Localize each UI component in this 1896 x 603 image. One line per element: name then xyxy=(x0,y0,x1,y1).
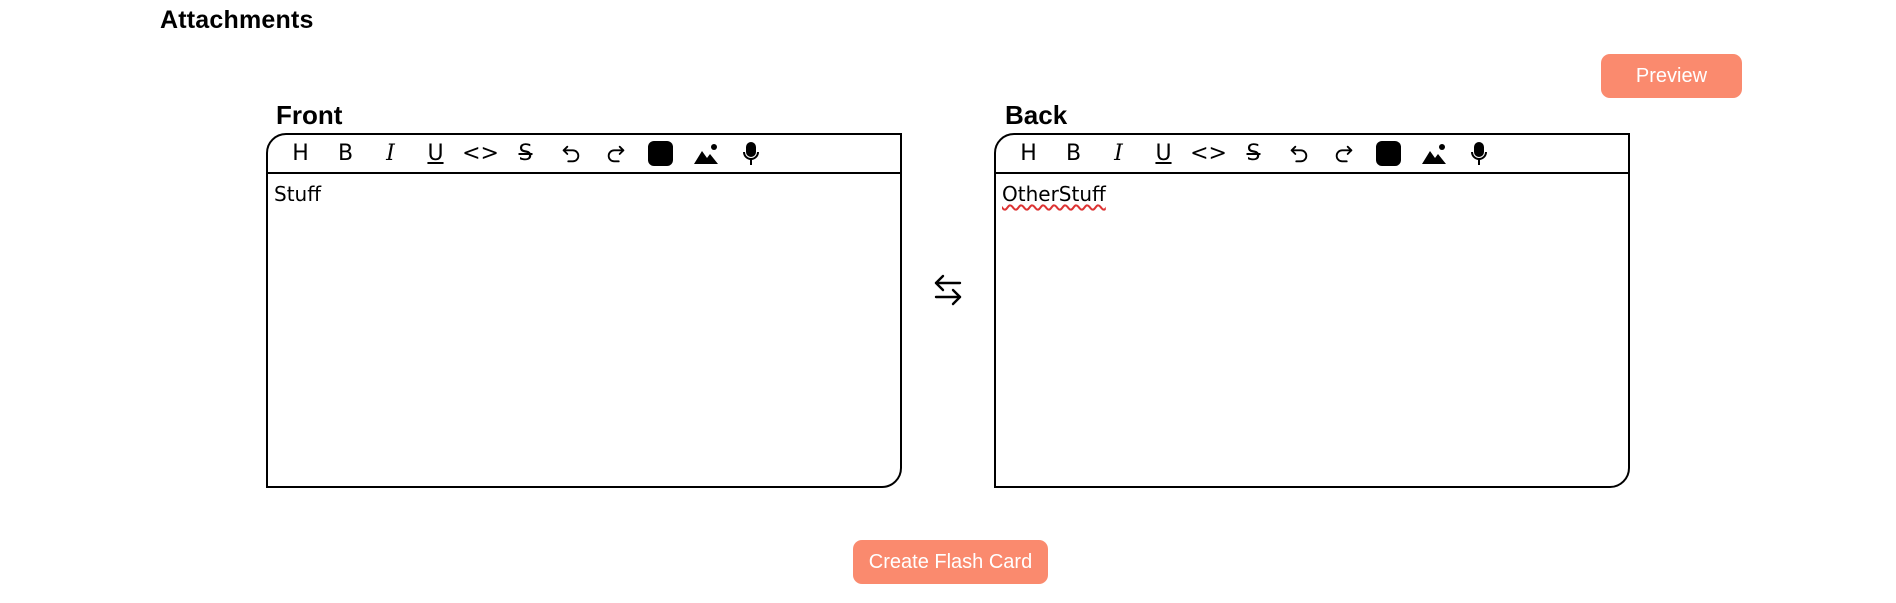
underline-icon[interactable]: U xyxy=(1141,135,1186,172)
attachments-heading: Attachments xyxy=(160,6,314,34)
bold-icon[interactable]: B xyxy=(1051,135,1096,172)
back-content[interactable]: OtherStuff xyxy=(996,174,1628,214)
heading-icon[interactable]: H xyxy=(278,135,323,172)
front-editor: H B I U <> S Stuff xyxy=(266,133,902,488)
strikethrough-icon[interactable]: S xyxy=(503,135,548,172)
preview-button[interactable]: Preview xyxy=(1601,54,1742,98)
back-toolbar: H B I U <> S xyxy=(996,135,1628,174)
create-flash-card-button[interactable]: Create Flash Card xyxy=(853,540,1048,584)
undo-icon[interactable] xyxy=(548,135,593,172)
italic-icon[interactable]: I xyxy=(1096,135,1141,172)
back-label: Back xyxy=(1005,100,1068,130)
swap-icon[interactable] xyxy=(932,272,964,308)
image-icon[interactable] xyxy=(1411,135,1456,172)
front-label: Front xyxy=(276,100,343,130)
bold-icon[interactable]: B xyxy=(323,135,368,172)
redo-icon[interactable] xyxy=(593,135,638,172)
color-icon[interactable] xyxy=(1366,135,1411,172)
back-content-text: OtherStuff xyxy=(1002,182,1106,206)
microphone-icon[interactable] xyxy=(1456,135,1501,172)
code-icon[interactable]: <> xyxy=(1186,135,1231,172)
italic-icon[interactable]: I xyxy=(368,135,413,172)
back-editor: H B I U <> S OtherStuff xyxy=(994,133,1630,488)
microphone-icon[interactable] xyxy=(728,135,773,172)
heading-icon[interactable]: H xyxy=(1006,135,1051,172)
front-content[interactable]: Stuff xyxy=(268,174,900,214)
strikethrough-icon[interactable]: S xyxy=(1231,135,1276,172)
color-icon[interactable] xyxy=(638,135,683,172)
undo-icon[interactable] xyxy=(1276,135,1321,172)
redo-icon[interactable] xyxy=(1321,135,1366,172)
front-toolbar: H B I U <> S xyxy=(268,135,900,174)
image-icon[interactable] xyxy=(683,135,728,172)
code-icon[interactable]: <> xyxy=(458,135,503,172)
underline-icon[interactable]: U xyxy=(413,135,458,172)
